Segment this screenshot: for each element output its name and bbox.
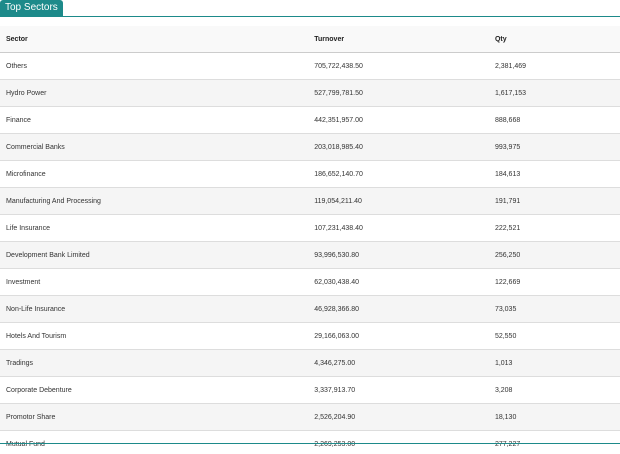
qty-cell: 18,130: [488, 403, 620, 431]
qty-cell: 2,381,469: [488, 52, 620, 80]
turnover-cell: 29,166,063.00: [308, 322, 489, 350]
table-row: Investment 62,030,438.40 122,669: [0, 268, 620, 296]
turnover-cell: 186,652,140.70: [308, 160, 489, 188]
turnover-cell: 46,928,366.80: [308, 295, 489, 323]
table-row: Hydro Power 527,799,781.50 1,617,153: [0, 79, 620, 107]
sector-cell: Investment: [0, 268, 309, 296]
turnover-cell: 705,722,438.50: [308, 52, 489, 80]
sector-cell: Promotor Share: [0, 403, 309, 431]
sector-cell: Others: [0, 52, 309, 80]
qty-cell: 222,521: [488, 214, 620, 242]
qty-cell: 191,791: [488, 187, 620, 215]
sector-cell: Commercial Banks: [0, 133, 309, 161]
table-header-row: Sector Turnover Qty: [0, 26, 620, 53]
panel-header: Top Sectors: [0, 0, 620, 17]
table-row: Commercial Banks 203,018,985.40 993,975: [0, 133, 620, 161]
sector-cell: Hydro Power: [0, 79, 309, 107]
qty-cell: 1,617,153: [488, 79, 620, 107]
sector-cell: Tradings: [0, 349, 309, 377]
top-sectors-panel: Top Sectors Sector Turnover Qty Others 7…: [0, 0, 620, 454]
table-row: Finance 442,351,957.00 888,668: [0, 106, 620, 134]
table-row: Microfinance 186,652,140.70 184,613: [0, 160, 620, 188]
table-row: Life Insurance 107,231,438.40 222,521: [0, 214, 620, 242]
qty-cell: 122,669: [488, 268, 620, 296]
qty-cell: 73,035: [488, 295, 620, 323]
sectors-table: Sector Turnover Qty Others 705,722,438.5…: [0, 26, 620, 454]
sector-cell: Microfinance: [0, 160, 309, 188]
tab-top-sectors[interactable]: Top Sectors: [0, 0, 63, 16]
turnover-cell: 527,799,781.50: [308, 79, 489, 107]
qty-cell: 1,013: [488, 349, 620, 377]
qty-cell: 52,550: [488, 322, 620, 350]
sector-cell: Finance: [0, 106, 309, 134]
qty-cell: 993,975: [488, 133, 620, 161]
turnover-cell: 442,351,957.00: [308, 106, 489, 134]
table-row: Others 705,722,438.50 2,381,469: [0, 52, 620, 80]
sector-cell: Hotels And Tourism: [0, 322, 309, 350]
turnover-cell: 93,996,530.80: [308, 241, 489, 269]
column-header-turnover[interactable]: Turnover: [308, 26, 489, 53]
table-row: Hotels And Tourism 29,166,063.00 52,550: [0, 322, 620, 350]
table-row: Corporate Debenture 3,337,913.70 3,208: [0, 376, 620, 404]
turnover-cell: 3,337,913.70: [308, 376, 489, 404]
table-body: Others 705,722,438.50 2,381,469 Hydro Po…: [0, 52, 620, 454]
table-bottom-rule: [0, 443, 620, 444]
table-row: Development Bank Limited 93,996,530.80 2…: [0, 241, 620, 269]
turnover-cell: 107,231,438.40: [308, 214, 489, 242]
qty-cell: 256,250: [488, 241, 620, 269]
turnover-cell: 2,526,204.90: [308, 403, 489, 431]
qty-cell: 184,613: [488, 160, 620, 188]
turnover-cell: 119,054,211.40: [308, 187, 489, 215]
qty-cell: 888,668: [488, 106, 620, 134]
sector-cell: Corporate Debenture: [0, 376, 309, 404]
turnover-cell: 62,030,438.40: [308, 268, 489, 296]
sector-cell: Manufacturing And Processing: [0, 187, 309, 215]
column-header-sector[interactable]: Sector: [0, 26, 309, 53]
table-row: Promotor Share 2,526,204.90 18,130: [0, 403, 620, 431]
table-row: Manufacturing And Processing 119,054,211…: [0, 187, 620, 215]
qty-cell: 3,208: [488, 376, 620, 404]
turnover-cell: 203,018,985.40: [308, 133, 489, 161]
sector-cell: Life Insurance: [0, 214, 309, 242]
sector-cell: Development Bank Limited: [0, 241, 309, 269]
table-row: Non-Life Insurance 46,928,366.80 73,035: [0, 295, 620, 323]
column-header-qty[interactable]: Qty: [488, 26, 620, 53]
table-row: Tradings 4,346,275.00 1,013: [0, 349, 620, 377]
turnover-cell: 4,346,275.00: [308, 349, 489, 377]
sector-cell: Non-Life Insurance: [0, 295, 309, 323]
